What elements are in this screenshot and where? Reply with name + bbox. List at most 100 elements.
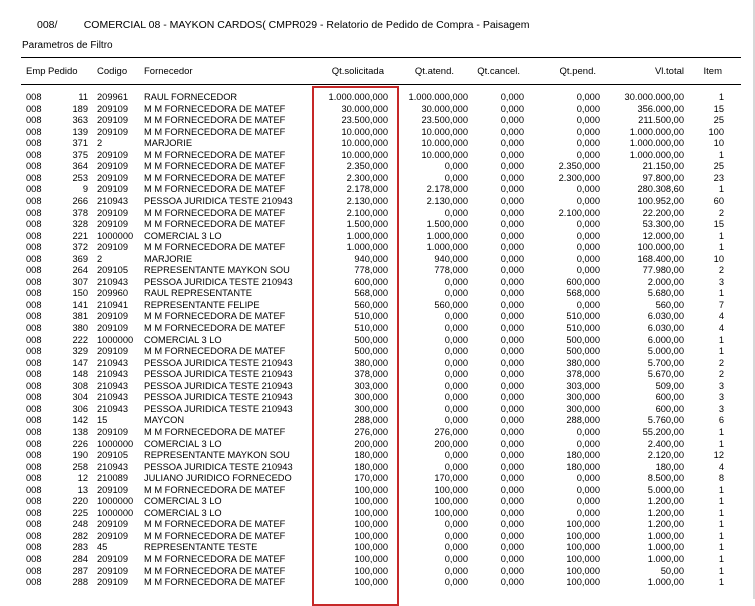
cell-pedido: 221 (72, 230, 88, 241)
cell-emp: 008 (26, 530, 42, 541)
cell-item: 25 (713, 161, 724, 172)
cell-vl-total: 100.000,00 (637, 242, 684, 253)
cell-codigo: 209109 (97, 103, 129, 114)
table-row: 008 190 209105 REPRESENTANTE MAYKON SOU 180,… (0, 450, 755, 462)
table-row: 008 282 209109 M M FORNECEDORA DE MATEF 100,… (0, 531, 755, 543)
cell-vl-total: 5.670,00 (647, 369, 684, 380)
cell-emp: 008 (26, 184, 42, 195)
cell-fornecedor: M M FORNECEDORA DE MATEF (144, 530, 286, 541)
cell-qt-solicitada: 300,000 (354, 392, 388, 403)
table-row: 008 304 210943 PESSOA JURIDICA TESTE 210943… (0, 392, 755, 404)
cell-vl-total: 1.000,00 (647, 542, 684, 553)
cell-codigo: 209109 (97, 149, 129, 160)
cell-fornecedor: M M FORNECEDORA DE MATEF (144, 577, 286, 588)
cell-fornecedor: M M FORNECEDORA DE MATEF (144, 484, 286, 495)
table-row: 008 283 45 REPRESENTANTE TESTE 100,000 0,000 0… (0, 542, 755, 554)
cell-codigo: 209109 (97, 519, 129, 530)
cell-pedido: 284 (72, 554, 88, 564)
cell-qt-atend: 23.500,000 (421, 115, 468, 126)
cell-codigo: 210943 (97, 276, 129, 287)
cell-qt-atend: 0,000 (444, 461, 468, 472)
cell-emp: 008 (26, 207, 42, 218)
cell-qt-pend: 0,000 (576, 242, 600, 253)
table-row: 008 363 209109 M M FORNECEDORA DE MATEF 23.5… (0, 115, 755, 127)
cell-pedido: 220 (72, 496, 88, 507)
cell-qt-atend: 1.000.000,000 (408, 92, 468, 102)
table-row: 008 378 209109 M M FORNECEDORA DE MATEF 2.10… (0, 208, 755, 220)
cell-emp: 008 (26, 450, 42, 461)
cell-codigo: 209109 (97, 530, 129, 541)
cell-qt-cancel: 0,000 (500, 496, 524, 507)
cell-qt-solicitada: 23.500,000 (341, 115, 388, 126)
cell-item: 8 (718, 473, 724, 484)
cell-qt-solicitada: 940,000 (354, 253, 388, 264)
cell-codigo: 209109 (97, 115, 129, 126)
cell-pedido: 328 (72, 219, 88, 230)
cell-vl-total: 2.400,00 (647, 438, 684, 449)
cell-emp: 008 (26, 507, 42, 518)
cell-codigo: 2 (97, 138, 103, 149)
cell-qt-atend: 0,000 (444, 334, 468, 345)
cell-codigo: 209109 (97, 219, 129, 230)
cell-codigo: 209109 (97, 484, 129, 495)
cell-qt-atend: 170,000 (434, 473, 468, 484)
cell-qt-solicitada: 1.000,000 (346, 242, 388, 253)
cell-item: 1 (718, 542, 724, 553)
table-row: 008 369 2 MARJORIE 940,000 940,000 0,000 0,000 1… (0, 254, 755, 266)
cell-pedido: 258 (72, 461, 88, 472)
cell-qt-pend: 180,000 (566, 461, 600, 472)
cell-vl-total: 5.680,00 (647, 288, 684, 299)
cell-vl-total: 2.000,00 (647, 276, 684, 287)
table-row: 008 307 210943 PESSOA JURIDICA TESTE 210943… (0, 277, 755, 289)
cell-codigo: 209109 (97, 346, 129, 357)
cell-qt-cancel: 0,000 (500, 230, 524, 241)
cell-qt-pend: 303,000 (566, 380, 600, 391)
cell-emp: 008 (26, 172, 42, 183)
cell-qt-solicitada: 10.000,000 (341, 149, 388, 160)
table-row: 008 141 210941 REPRESENTANTE FELIPE 560,000 5… (0, 300, 755, 312)
cell-qt-cancel: 0,000 (500, 311, 524, 322)
cell-codigo: 209109 (97, 242, 129, 253)
cell-pedido: 306 (72, 403, 88, 414)
cell-qt-cancel: 0,000 (500, 577, 524, 588)
cell-qt-cancel: 0,000 (500, 219, 524, 230)
cell-pedido: 142 (72, 415, 88, 426)
cell-vl-total: 180,00 (655, 461, 684, 472)
cell-codigo: 209109 (97, 577, 129, 588)
cell-vl-total: 211.500,00 (638, 115, 684, 126)
cell-fornecedor: PESSOA JURIDICA TESTE 210943 (144, 461, 293, 472)
cell-qt-cancel: 0,000 (500, 438, 524, 449)
cell-item: 10 (713, 253, 724, 264)
cell-fornecedor: RAUL REPRESENTANTE (144, 288, 252, 299)
cell-qt-solicitada: 560,000 (354, 299, 388, 310)
cell-emp: 008 (26, 554, 42, 564)
cell-qt-solicitada: 100,000 (354, 484, 388, 495)
table-row: 008 221 1000000 COMERCIAL 3 LO 1.000,000 1.00… (0, 231, 755, 243)
cell-qt-solicitada: 276,000 (354, 426, 388, 437)
cell-qt-cancel: 0,000 (500, 126, 524, 137)
cell-emp: 008 (26, 219, 42, 230)
cell-qt-atend: 0,000 (444, 369, 468, 380)
cell-fornecedor: COMERCIAL 3 LO (144, 496, 222, 507)
col-header-fornecedor: Fornecedor (144, 66, 193, 77)
report-title: 008/ COMERCIAL 08 - MAYKON CARDOS( CMPR0… (37, 19, 530, 31)
cell-qt-solicitada: 180,000 (354, 450, 388, 461)
cell-qt-pend: 2.300,000 (558, 172, 600, 183)
table-row: 008 264 209105 REPRESENTANTE MAYKON SOU 778,… (0, 265, 755, 277)
table-row: 008 142 15 MAYCON 288,000 0,000 0,000 288,000 5.… (0, 415, 755, 427)
cell-pedido: 282 (72, 530, 88, 541)
cell-qt-atend: 0,000 (444, 577, 468, 588)
cell-emp: 008 (26, 288, 42, 299)
cell-qt-pend: 100,000 (566, 554, 600, 564)
cell-vl-total: 12.000,00 (642, 230, 684, 241)
cell-vl-total: 1.000,00 (647, 577, 684, 588)
cell-fornecedor: M M FORNECEDORA DE MATEF (144, 126, 286, 137)
cell-qt-cancel: 0,000 (500, 115, 524, 126)
cell-item: 2 (718, 265, 724, 276)
cell-emp: 008 (26, 380, 42, 391)
cell-qt-pend: 0,000 (576, 219, 600, 230)
cell-item: 1 (718, 577, 724, 588)
cell-item: 1 (718, 484, 724, 495)
cell-pedido: 226 (72, 438, 88, 449)
table-row: 008 375 209109 M M FORNECEDORA DE MATEF 10.0… (0, 150, 755, 162)
